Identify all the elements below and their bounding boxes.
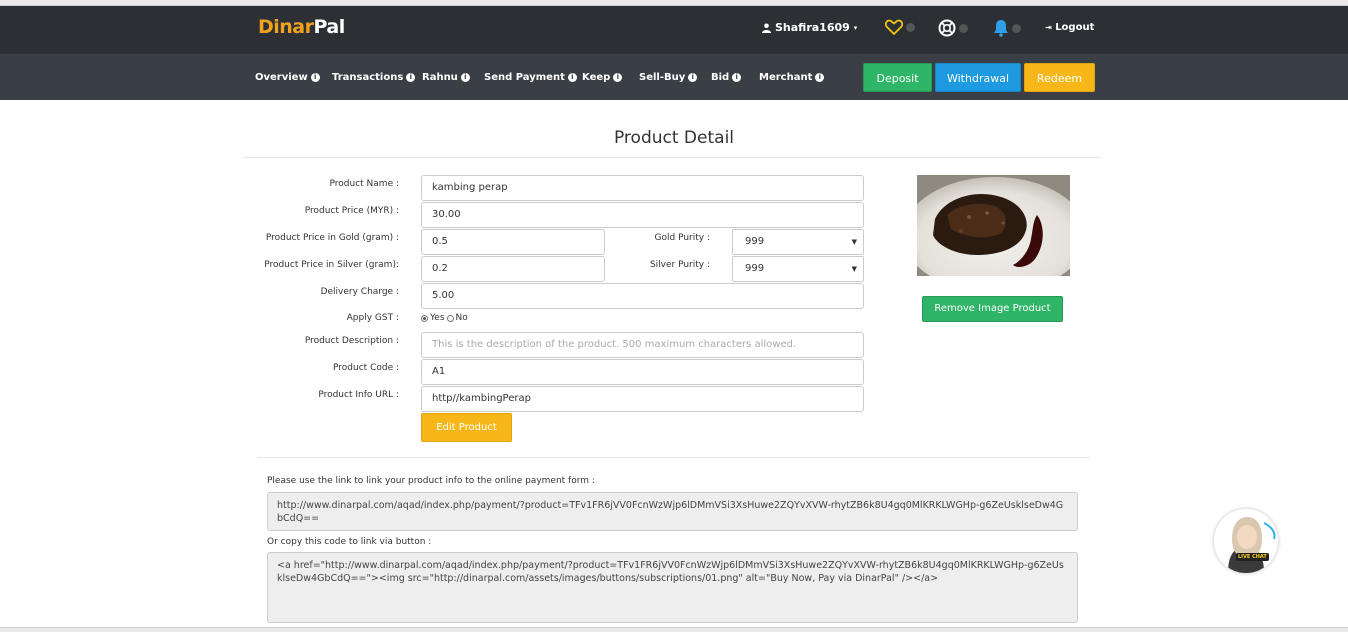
- logout-icon: ⇥: [1045, 23, 1052, 32]
- withdrawal-button[interactable]: Withdrawal: [935, 63, 1021, 92]
- product-description-field[interactable]: This is the description of the product. …: [421, 332, 864, 358]
- button-code-textarea[interactable]: <a href="http://www.dinarpal.com/aqad/in…: [267, 552, 1078, 623]
- live-chat-agent-avatar: [1214, 509, 1278, 573]
- user-icon: [762, 23, 771, 33]
- product-image: [917, 175, 1070, 276]
- info-icon: i: [460, 73, 470, 82]
- nav-item-label: Bid: [711, 72, 730, 83]
- link-hint-text: Please use the link to link your product…: [267, 476, 595, 486]
- nav-item-merchant[interactable]: Merchant i: [759, 72, 825, 83]
- delivery-charge-field[interactable]: 5.00: [421, 283, 864, 309]
- nav-item-label: Send Payment: [484, 72, 565, 83]
- wishlist-count-badge: [906, 22, 915, 32]
- product-description-label: Product Description :: [304, 336, 399, 346]
- nav-item-keep[interactable]: Keep i: [582, 72, 623, 83]
- remove-image-button[interactable]: Remove Image Product: [922, 296, 1063, 322]
- gst-no-label: No: [455, 313, 468, 323]
- payment-link-textarea[interactable]: http://www.dinarpal.com/aqad/index.php/p…: [267, 492, 1078, 531]
- support-button[interactable]: [938, 19, 968, 37]
- delivery-charge-label: Delivery Charge :: [320, 287, 399, 297]
- notifications-count-badge: [1012, 23, 1021, 33]
- info-icon: i: [406, 73, 416, 82]
- product-price-field[interactable]: 30.00: [421, 202, 864, 228]
- nav-item-overview[interactable]: Overview i: [255, 72, 320, 83]
- nav-item-label: Transactions: [332, 72, 404, 83]
- gst-radio-group: Yes No: [421, 313, 468, 323]
- nav-item-transactions[interactable]: Transactions i: [332, 72, 416, 83]
- live-chat-widget[interactable]: LIVE CHAT: [1214, 509, 1278, 573]
- logo-part-dinar: Dinar: [258, 16, 314, 38]
- nav-item-send-payment[interactable]: Send Payment i: [484, 72, 577, 83]
- logo-part-pal: Pal: [313, 16, 346, 38]
- lifebuoy-icon: [938, 19, 956, 37]
- price-silver-label: Product Price in Silver (gram):: [264, 260, 399, 270]
- logout-link[interactable]: ⇥ Logout: [1045, 22, 1094, 33]
- silver-purity-value: 999: [745, 263, 765, 274]
- redeem-button[interactable]: Redeem: [1024, 63, 1095, 92]
- dinarpal-logo[interactable]: DinarPal: [258, 16, 345, 38]
- product-code-label: Product Code :: [333, 363, 399, 373]
- gold-purity-select[interactable]: 999 ▼: [732, 229, 864, 255]
- user-menu[interactable]: Shafira1609 ▾: [762, 21, 857, 34]
- dropdown-arrow-icon: ▼: [851, 238, 857, 246]
- nav-item-label: Merchant: [759, 72, 813, 83]
- product-name-field[interactable]: kambing perap: [421, 175, 864, 201]
- gst-yes-label: Yes: [430, 313, 445, 323]
- logout-label: Logout: [1055, 22, 1095, 33]
- info-icon: i: [732, 73, 742, 82]
- nav-item-label: Rahnu: [422, 72, 458, 83]
- product-name-label: Product Name :: [329, 179, 399, 189]
- browser-bottom-strip: [0, 627, 1348, 632]
- gold-purity-value: 999: [745, 236, 765, 247]
- info-icon: i: [567, 73, 577, 82]
- bell-icon: [994, 20, 1008, 37]
- nav-item-label: Sell-Buy: [639, 72, 686, 83]
- product-code-field[interactable]: A1: [421, 359, 864, 385]
- wishlist-button[interactable]: [885, 19, 915, 35]
- silver-purity-select[interactable]: 999 ▼: [732, 256, 864, 282]
- gst-no-radio[interactable]: [446, 314, 454, 322]
- heart-icon: [885, 19, 903, 35]
- nav-item-label: Keep: [582, 72, 611, 83]
- notifications-button[interactable]: [993, 19, 1021, 37]
- button-code-hint-text: Or copy this code to link via button :: [267, 537, 432, 547]
- nav-item-sell-buy[interactable]: Sell-Buy i: [639, 72, 698, 83]
- support-count-badge: [959, 23, 968, 33]
- page-title: Product Detail: [613, 128, 735, 148]
- silver-purity-label: Silver Purity :: [649, 260, 710, 270]
- product-info-url-label: Product Info URL :: [318, 390, 399, 400]
- info-icon: i: [613, 73, 623, 82]
- chevron-down-icon: ▾: [853, 23, 858, 32]
- section-divider: [257, 457, 1090, 458]
- top-header: DinarPal Shafira1609 ▾ ⇥ Logout: [0, 6, 1348, 54]
- deposit-button[interactable]: Deposit: [863, 63, 932, 92]
- gst-yes-radio[interactable]: [421, 314, 428, 322]
- price-gold-label: Product Price in Gold (gram) :: [265, 233, 399, 243]
- username: Shafira1609: [775, 21, 850, 34]
- apply-gst-label: Apply GST :: [346, 313, 399, 323]
- nav-item-rahnu[interactable]: Rahnu i: [422, 72, 470, 83]
- product-price-label: Product Price (MYR) :: [304, 206, 399, 216]
- gold-purity-label: Gold Purity :: [654, 233, 710, 243]
- edit-product-button[interactable]: Edit Product: [421, 413, 512, 442]
- food-photo: [917, 175, 1070, 276]
- info-icon: i: [688, 73, 698, 82]
- info-icon: i: [815, 73, 825, 82]
- nav-item-label: Overview: [255, 72, 308, 83]
- dropdown-arrow-icon: ▼: [851, 265, 857, 273]
- live-chat-label: LIVE CHAT: [1236, 553, 1269, 561]
- title-divider: [244, 157, 1100, 158]
- info-icon: i: [310, 73, 320, 82]
- product-info-url-field[interactable]: http//kambingPerap: [421, 386, 864, 412]
- nav-item-bid[interactable]: Bid i: [711, 72, 742, 83]
- main-navbar: Overview i Transactions i Rahnu i Send Paym…: [0, 54, 1348, 100]
